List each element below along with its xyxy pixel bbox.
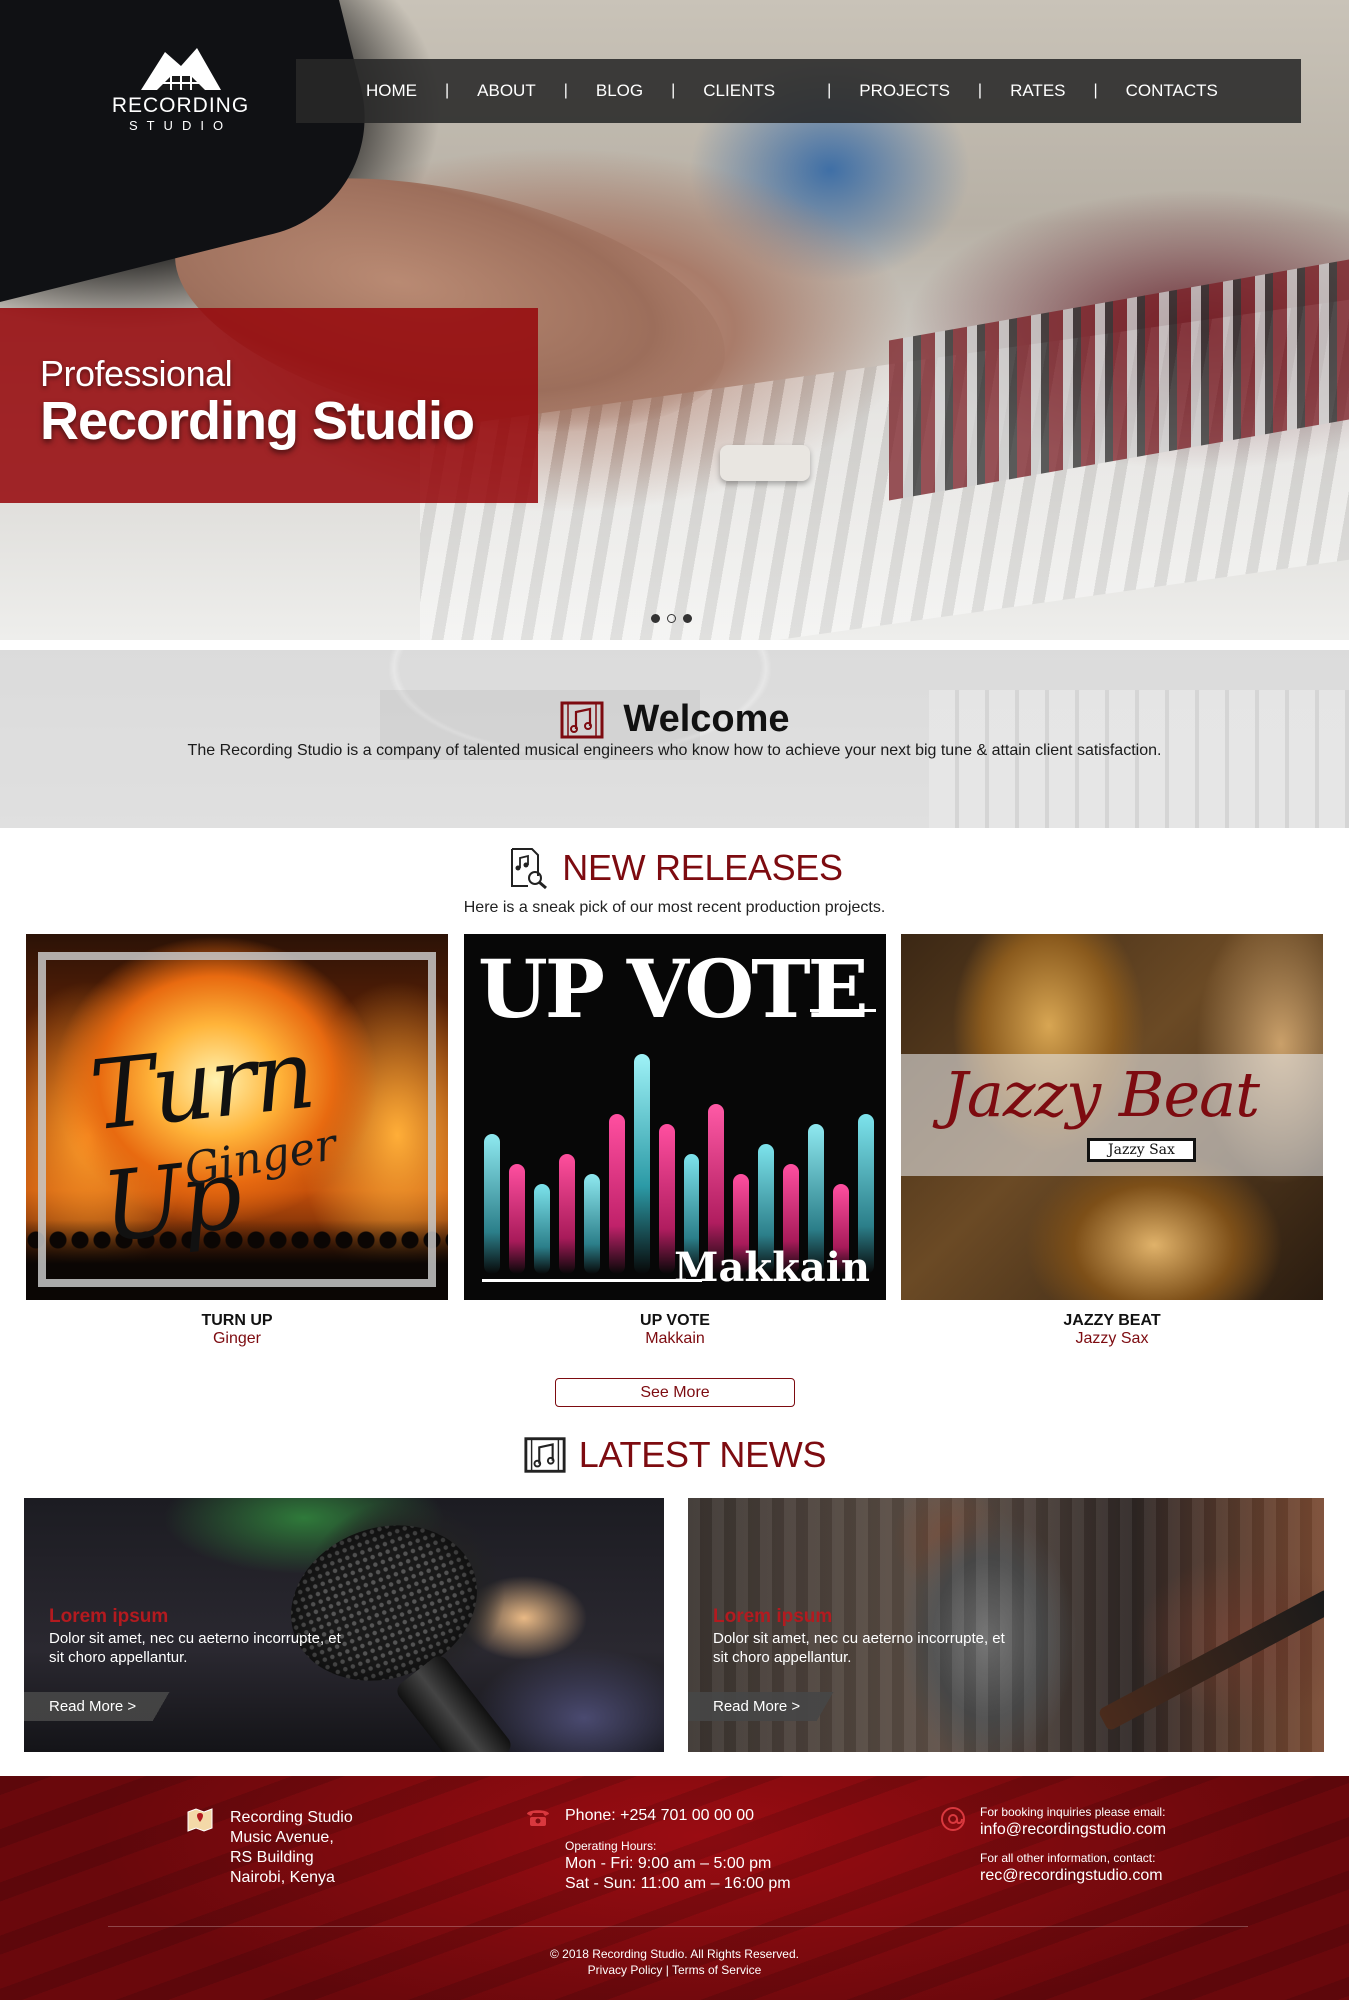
site-logo[interactable]: RECORDING STUDIO [108,42,253,152]
other-email-link[interactable]: rec@recordingstudio.com [980,1866,1166,1886]
release-title[interactable]: TURN UP [26,1312,448,1330]
nav-separator: | [445,82,450,99]
legal-separator: | [665,1963,669,1977]
nav-separator: | [671,82,676,99]
legal-links: Privacy Policy | Terms of Service [0,1963,1349,1977]
news-card-heading: Lorem ipsum [713,1606,833,1627]
read-more-button[interactable]: Read More > [24,1692,189,1721]
news-title: LATEST NEWS [578,1434,827,1475]
release-cover-up-vote[interactable]: UP VOTE Makkain [464,934,886,1300]
nav-separator: | [827,82,832,99]
news-card-body: Dolor sit amet, nec cu aeterno incorrupt… [49,1630,341,1666]
slider-dot-1[interactable] [651,614,660,623]
music-note-icon [560,701,604,738]
welcome-text: The Recording Studio is a company of tal… [187,742,1162,759]
hours-label: Operating Hours: [565,1839,657,1853]
welcome-title: Welcome [623,698,790,740]
nav-separator: | [1093,82,1098,99]
address-line: Music Avenue, [230,1829,334,1846]
nav-projects[interactable]: PROJECTS [859,81,950,101]
booking-label: For booking inquiries please email: [980,1805,1166,1819]
news-card-heading: Lorem ipsum [49,1606,169,1627]
terms-of-service-link[interactable]: Terms of Service [672,1963,761,1977]
nav-separator: | [977,82,983,99]
cover-underline [482,1279,702,1282]
cover-underline [810,1009,876,1012]
page: RECORDING STUDIO HOME | ABOUT | BLOG | C… [0,0,1349,2000]
main-nav: HOME | ABOUT | BLOG | CLIENTS | PROJECTS… [296,59,1301,123]
releases-title: NEW RELEASES [562,847,843,888]
cover-equalizer [484,1044,874,1274]
logo-title: RECORDING [111,94,250,117]
hours-line: Mon - Fri: 9:00 am – 5:00 pm [565,1855,772,1872]
slider-dot-3[interactable] [683,614,692,623]
cover-title: Jazzy Beat [943,1058,1260,1131]
hero-slider: RECORDING STUDIO HOME | ABOUT | BLOG | C… [0,0,1349,640]
footer-contact: Phone: +254 701 00 00 00 Operating Hours… [525,1806,791,1894]
nav-home[interactable]: HOME [366,81,417,101]
release-artist[interactable]: Makkain [464,1330,886,1348]
music-search-icon [511,848,548,890]
releases-subtitle: Here is a sneak pick of our most recent … [463,899,886,916]
studio-logo-icon [140,48,221,90]
release-title[interactable]: UP VOTE [464,1312,886,1330]
welcome-heading: Welcome [0,698,1349,741]
release-artist[interactable]: Jazzy Sax [901,1330,1323,1348]
release-artist[interactable]: Ginger [26,1330,448,1348]
hero-title: Recording Studio [40,391,475,451]
phone-icon [527,1810,549,1826]
address-line: Recording Studio [230,1809,353,1826]
music-note-icon [524,1437,566,1473]
release-cover-jazzy-beat[interactable]: Jazzy Beat Jazzy Sax [901,934,1323,1300]
other-info-label: For all other information, contact: [980,1851,1156,1865]
nav-separator: | [563,82,568,99]
footer-address: Recording Studio Music Avenue, RS Buildi… [186,1808,353,1888]
see-more-button[interactable]: See More [555,1378,795,1407]
release-cover-turn-up[interactable]: Turn Up Ginger [26,934,448,1300]
cover-title: UP VOTE [478,942,869,1036]
microphone-image [269,1500,499,1706]
welcome-section: Welcome The Recording Studio is a compan… [0,650,1349,828]
hours-line: Sat - Sun: 11:00 am – 16:00 pm [565,1875,791,1892]
hero-subtitle: Professional [40,353,233,394]
nav-blog[interactable]: BLOG [596,81,643,101]
slider-dot-2[interactable] [667,614,676,623]
nav-contacts[interactable]: CONTACTS [1126,81,1218,101]
nav-clients[interactable]: CLIENTS [703,81,775,101]
news-card: Lorem ipsum Dolor sit amet, nec cu aeter… [24,1498,664,1752]
address-line: Nairobi, Kenya [230,1869,335,1886]
map-icon [187,1808,213,1832]
copyright: © 2018 Recording Studio. All Rights Rese… [550,1947,799,1961]
slider-dots [651,614,692,623]
hero-banner: Professional Recording Studio [0,308,538,503]
news-card-body: Dolor sit amet, nec cu aeterno incorrupt… [713,1630,1005,1666]
footer-email: For booking inquiries please email: info… [940,1804,1166,1886]
booking-email-link[interactable]: info@recordingstudio.com [980,1820,1166,1840]
news-card: Lorem ipsum Dolor sit amet, nec cu aeter… [688,1498,1324,1752]
site-footer: Recording Studio Music Avenue, RS Buildi… [0,1776,1349,2000]
privacy-policy-link[interactable]: Privacy Policy [588,1963,663,1977]
footer-divider [108,1926,1248,1927]
releases-heading: NEW RELEASES [0,846,1349,890]
cover-artist: Makkain [674,1244,870,1291]
news-heading: LATEST NEWS [0,1434,1349,1476]
logo-tagline: STUDIO [128,118,233,133]
nav-about[interactable]: ABOUT [477,81,536,101]
email-icon [941,1807,965,1831]
nav-rates[interactable]: RATES [1010,81,1065,101]
phone-number[interactable]: Phone: +254 701 00 00 00 [565,1806,791,1826]
address-line: RS Building [230,1849,314,1866]
read-more-button[interactable]: Read More > [688,1692,853,1721]
cover-artist: Jazzy Sax [1087,1138,1196,1162]
hero-fader [720,445,810,481]
release-title[interactable]: JAZZY BEAT [901,1312,1323,1330]
